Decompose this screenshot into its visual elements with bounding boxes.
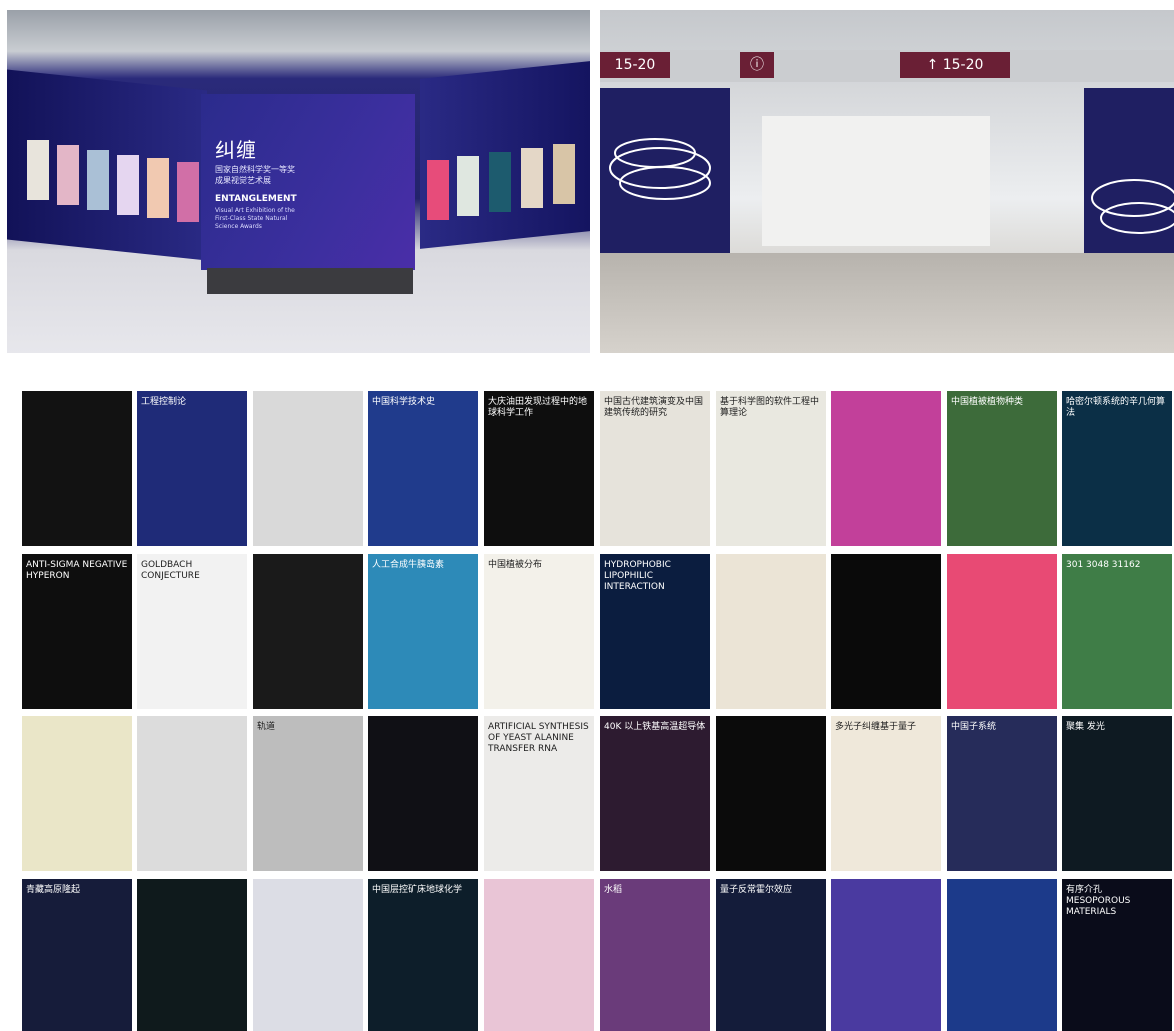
wall-poster [489, 152, 511, 212]
booth-subtitle-en: Visual Art Exhibition of the First-Class… [215, 207, 295, 230]
swirl-graphic [609, 138, 711, 200]
poster-r2-c2: GOLDBACH CONJECTURE [137, 554, 247, 709]
poster-r1-c3 [253, 391, 363, 546]
poster-r1-c6: 中国古代建筑演变及中国建筑传统的研究 [600, 391, 710, 546]
poster-title: 中国植被分布 [488, 560, 543, 570]
poster-r2-c7 [716, 554, 826, 709]
wall-poster [427, 160, 449, 220]
wall-poster [177, 162, 199, 222]
wall-poster [57, 145, 79, 205]
poster-r2-c9 [947, 554, 1057, 709]
poster-title: 大庆油田发现过程中的地球科学工作 [488, 397, 588, 418]
poster-r3-c4 [368, 716, 478, 871]
poster-r1-c2: 工程控制论 [137, 391, 247, 546]
poster-title: 青藏高原隆起 [26, 885, 81, 895]
poster-r3-c5: ARTIFICIAL SYNTHESIS OF YEAST ALANINE TR… [484, 716, 594, 871]
poster-title: 轨道 [257, 722, 276, 732]
poster-r2-c6: HYDROPHOBIC LIPOPHILIC INTERACTION [600, 554, 710, 709]
swirl-graphic [1091, 179, 1174, 234]
poster-title: 有序介孔 MESOPOROUS MATERIALS [1066, 885, 1131, 917]
poster-r3-c1 [22, 716, 132, 871]
poster-title: HYDROPHOBIC LIPOPHILIC INTERACTION [604, 560, 671, 592]
poster-title: ARTIFICIAL SYNTHESIS OF YEAST ALANINE TR… [488, 722, 589, 754]
booth-panel: 纠缠 国家自然科学奖一等奖成果视觉艺术展 ENTANGLEMENT Visual… [201, 94, 415, 270]
poster-r4-c9 [947, 879, 1057, 1031]
booth-subtitle: 国家自然科学奖一等奖成果视觉艺术展 [215, 165, 295, 185]
poster-r1-c5: 大庆油田发现过程中的地球科学工作 [484, 391, 594, 546]
hall-sign-right: ↑ 15-20 [900, 52, 1010, 78]
poster-r1-c4: 中国科学技术史 [368, 391, 478, 546]
poster-r3-c2 [137, 716, 247, 871]
poster-title: GOLDBACH CONJECTURE [141, 560, 200, 581]
hall-floor [600, 253, 1174, 353]
poster-title: 人工合成牛胰岛素 [372, 560, 445, 570]
poster-r2-c8 [831, 554, 941, 709]
poster-r3-c7 [716, 716, 826, 871]
poster-r4-c1: 青藏高原隆起 [22, 879, 132, 1031]
booth-base [207, 268, 413, 294]
poster-title: 301 3048 31162 [1066, 560, 1141, 570]
poster-r3-c10: 聚集 发光 [1062, 716, 1172, 871]
poster-r3-c6: 40K 以上铁基高温超导体 [600, 716, 710, 871]
poster-r4-c6: 水稻 [600, 879, 710, 1031]
poster-r1-c10: 哈密尔顿系统的辛几何算法 [1062, 391, 1172, 546]
wall-poster [117, 155, 139, 215]
poster-title: 中国植被植物种类 [951, 397, 1024, 407]
poster-r4-c8 [831, 879, 941, 1031]
poster-r1-c7: 基于科学图的软件工程中算理论 [716, 391, 826, 546]
wall-poster [27, 140, 49, 200]
poster-r4-c10: 有序介孔 MESOPOROUS MATERIALS [1062, 879, 1172, 1031]
center-display-panel [762, 116, 990, 246]
poster-title: 量子反常霍尔效应 [720, 885, 793, 895]
wall-poster [87, 150, 109, 210]
booth-title: 纠缠 [215, 138, 257, 162]
poster-r1-c8 [831, 391, 941, 546]
ceiling-sign-band [600, 50, 1174, 82]
poster-r4-c5 [484, 879, 594, 1031]
poster-title: 中国古代建筑演变及中国建筑传统的研究 [604, 397, 704, 418]
wall-poster [457, 156, 479, 216]
poster-r2-c3 [253, 554, 363, 709]
poster-title: 多光子纠缠基于量子 [835, 722, 917, 732]
poster-r4-c3 [253, 879, 363, 1031]
poster-title: 中国子系统 [951, 722, 997, 732]
info-sign: ⓘ [740, 52, 774, 78]
poster-r4-c4: 中国层控矿床地球化学 [368, 879, 478, 1031]
booth-title-en: ENTANGLEMENT [215, 194, 297, 204]
display-tower-left [600, 88, 730, 268]
hall-sign-left: 15-20 [600, 52, 670, 78]
poster-r1-c9: 中国植被植物种类 [947, 391, 1057, 546]
poster-r1-c1 [22, 391, 132, 546]
poster-r3-c3: 轨道 [253, 716, 363, 871]
poster-title: 中国层控矿床地球化学 [372, 885, 463, 895]
wall-poster [521, 148, 543, 208]
poster-r4-c2 [137, 879, 247, 1031]
exhibition-photo-left: 纠缠 国家自然科学奖一等奖成果视觉艺术展 ENTANGLEMENT Visual… [7, 10, 590, 353]
poster-r2-c10: 301 3048 31162 [1062, 554, 1172, 709]
poster-r3-c9: 中国子系统 [947, 716, 1057, 871]
poster-title: 工程控制论 [141, 397, 187, 407]
poster-title: 哈密尔顿系统的辛几何算法 [1066, 397, 1166, 418]
poster-r2-c5: 中国植被分布 [484, 554, 594, 709]
poster-title: 基于科学图的软件工程中算理论 [720, 397, 820, 418]
poster-r2-c4: 人工合成牛胰岛素 [368, 554, 478, 709]
poster-title: 聚集 发光 [1066, 722, 1105, 732]
poster-title: 中国科学技术史 [372, 397, 436, 407]
exhibition-photo-right: 15-20 ⓘ ↑ 15-20 [600, 10, 1174, 353]
poster-r4-c7: 量子反常霍尔效应 [716, 879, 826, 1031]
poster-title: 40K 以上铁基高温超导体 [604, 722, 706, 732]
display-tower-right [1084, 88, 1174, 278]
wall-poster [147, 158, 169, 218]
poster-title: ANTI-SIGMA NEGATIVE HYPERON [26, 560, 128, 581]
poster-title: 水稻 [604, 885, 623, 895]
poster-r2-c1: ANTI-SIGMA NEGATIVE HYPERON [22, 554, 132, 709]
poster-r3-c8: 多光子纠缠基于量子 [831, 716, 941, 871]
wall-poster [553, 144, 575, 204]
